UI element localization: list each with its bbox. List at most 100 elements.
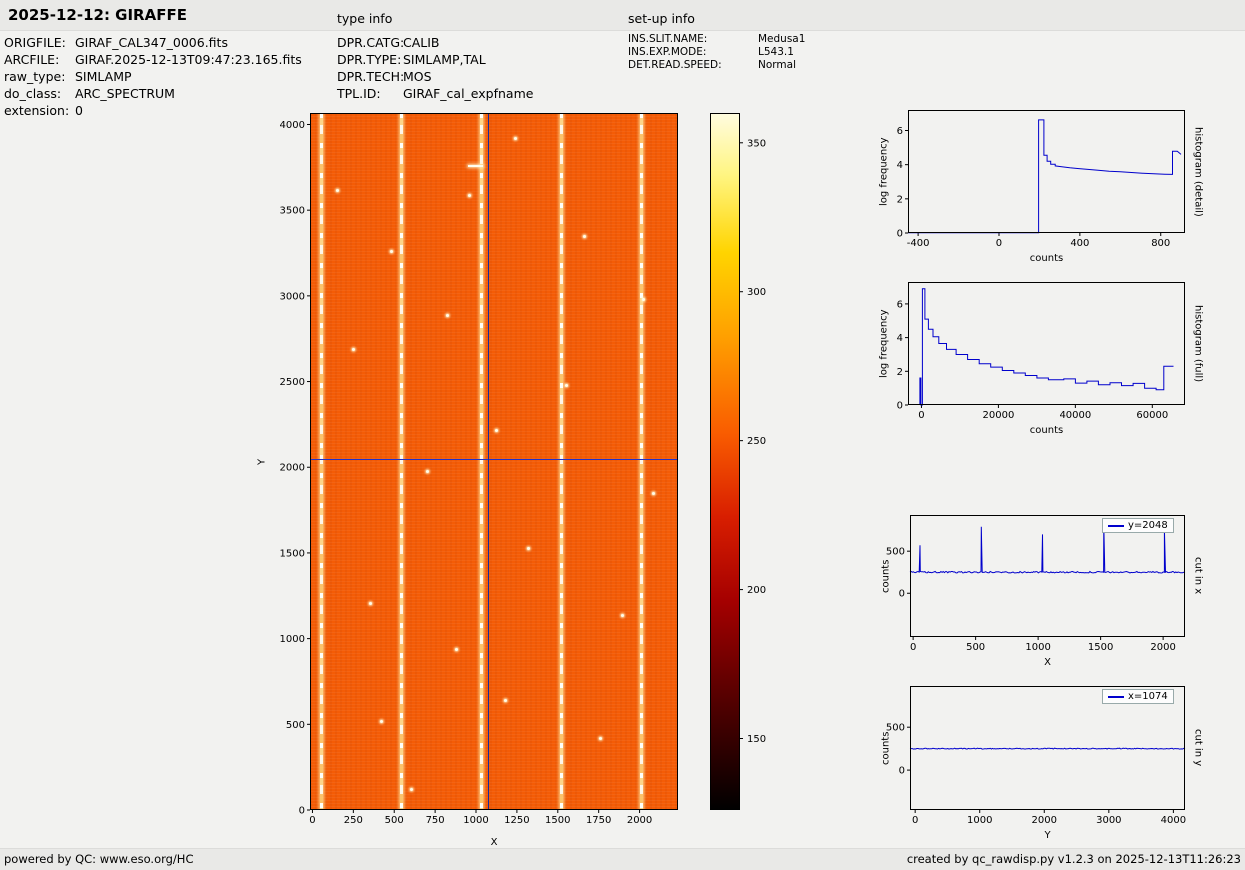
footer-right-text: created by qc_rawdisp.py v1.2.3 on 2025-… <box>906 852 1241 866</box>
svg-text:1500: 1500 <box>545 815 570 826</box>
svg-text:4: 4 <box>897 333 903 344</box>
type-info-block: DPR.CATG: CALIB DPR.TYPE: SIMLAMP,TAL DP… <box>337 34 533 102</box>
svg-text:150: 150 <box>747 734 766 745</box>
raw-image-plot: 0 250 500 750 1000 1250 1500 1750 2000 0 500 1000 15… <box>280 113 678 826</box>
doclass-value: ARC_SPECTRUM <box>75 86 175 101</box>
tpl-id-value: GIRAF_cal_expfname <box>403 86 534 101</box>
svg-text:-400: -400 <box>907 238 930 249</box>
histogram-full-side-label: histogram (full) <box>1192 304 1204 383</box>
svg-text:1500: 1500 <box>1088 642 1113 653</box>
meta-row-dpr-tech: DPR.TECH: MOS <box>337 68 533 85</box>
svg-text:2000: 2000 <box>280 463 305 474</box>
svg-text:0: 0 <box>912 815 918 826</box>
cut-in-x-legend: y=2048 <box>1102 518 1174 533</box>
doclass-label: do_class: <box>4 86 62 101</box>
exp-mode-label: INS.EXP.MODE: <box>628 46 707 58</box>
svg-text:0: 0 <box>996 238 1002 249</box>
type-info-heading: type info <box>337 11 393 26</box>
cut-in-x-side-label: cut in x <box>1192 557 1204 595</box>
svg-text:1000: 1000 <box>463 815 488 826</box>
slit-name-label: INS.SLIT.NAME: <box>628 33 708 45</box>
legend-line-icon <box>1108 524 1124 527</box>
histogram-full-ylabel: log frequency <box>878 309 890 378</box>
svg-text:750: 750 <box>426 815 445 826</box>
dpr-catg-value: CALIB <box>403 35 440 50</box>
svg-text:2000: 2000 <box>1150 642 1175 653</box>
rawtype-value: SIMLAMP <box>75 69 132 84</box>
histogram-full-xlabel: counts <box>1029 425 1064 436</box>
extension-value: 0 <box>75 103 83 118</box>
dpr-type-label: DPR.TYPE: <box>337 52 402 67</box>
rawtype-label: raw_type: <box>4 69 66 84</box>
svg-text:2: 2 <box>897 367 903 378</box>
meta-row-read-speed: DET.READ.SPEED: Normal <box>628 59 805 72</box>
cut-in-y-legend: x=1074 <box>1102 689 1174 704</box>
dpr-type-value: SIMLAMP,TAL <box>403 52 486 67</box>
tpl-id-label: TPL.ID: <box>337 86 381 101</box>
svg-text:2500: 2500 <box>280 377 305 388</box>
svg-text:500: 500 <box>286 720 305 731</box>
meta-row-tpl-id: TPL.ID: GIRAF_cal_expfname <box>337 85 533 102</box>
footer-left-text: powered by QC: www.eso.org/HC <box>4 852 194 866</box>
file-metadata-block: ORIGFILE: GIRAF_CAL347_0006.fits ARCFILE… <box>4 34 302 119</box>
histogram-detail-xlabel: counts <box>1029 253 1064 264</box>
svg-text:500: 500 <box>385 815 404 826</box>
svg-text:4: 4 <box>897 160 903 171</box>
cut-in-x-ylabel: counts <box>880 559 892 593</box>
meta-row-rawtype: raw_type: SIMLAMP <box>4 68 302 85</box>
svg-text:0: 0 <box>309 815 315 826</box>
setup-info-block: INS.SLIT.NAME: Medusa1 INS.EXP.MODE: L54… <box>628 33 805 72</box>
svg-text:0: 0 <box>910 642 916 653</box>
arcfile-label: ARCFILE: <box>4 52 60 67</box>
meta-row-dpr-catg: DPR.CATG: CALIB <box>337 34 533 51</box>
cut-in-x-plot: 0 500 1000 1500 2000 0 500 <box>886 515 1186 653</box>
setup-info-heading: set-up info <box>628 11 695 26</box>
read-speed-label: DET.READ.SPEED: <box>628 59 722 71</box>
svg-text:250: 250 <box>747 436 766 447</box>
meta-row-slit-name: INS.SLIT.NAME: Medusa1 <box>628 33 805 46</box>
dpr-tech-label: DPR.TECH: <box>337 69 405 84</box>
slit-name-value: Medusa1 <box>758 33 806 45</box>
footer-bar: powered by QC: www.eso.org/HC created by… <box>0 848 1245 870</box>
svg-text:4000: 4000 <box>1161 815 1186 826</box>
origfile-value: GIRAF_CAL347_0006.fits <box>75 35 228 50</box>
svg-text:0: 0 <box>918 410 924 421</box>
svg-text:40000: 40000 <box>1059 410 1091 421</box>
cut-in-y-xlabel: Y <box>1044 830 1051 841</box>
svg-text:0: 0 <box>899 589 905 600</box>
origfile-label: ORIGFILE: <box>4 35 66 50</box>
histogram-detail-side-label: histogram (detail) <box>1192 126 1204 217</box>
exp-mode-value: L543.1 <box>758 46 794 58</box>
svg-text:0: 0 <box>899 766 905 777</box>
svg-text:350: 350 <box>747 138 766 149</box>
page-title: 2025-12-12: GIRAFFE <box>8 6 187 24</box>
svg-text:2000: 2000 <box>627 815 652 826</box>
svg-text:2: 2 <box>897 194 903 205</box>
svg-text:0: 0 <box>897 401 903 412</box>
svg-text:6: 6 <box>897 299 903 310</box>
dpr-catg-label: DPR.CATG: <box>337 35 405 50</box>
cut-in-y-side-label: cut in y <box>1192 729 1204 767</box>
svg-text:1000: 1000 <box>1025 642 1050 653</box>
cut-in-x-xlabel: X <box>1044 657 1051 668</box>
meta-row-exp-mode: INS.EXP.MODE: L543.1 <box>628 46 805 59</box>
colorbar: 150 200 250 300 350 <box>710 113 766 810</box>
svg-text:1250: 1250 <box>504 815 529 826</box>
svg-text:1000: 1000 <box>967 815 992 826</box>
svg-text:6: 6 <box>897 126 903 137</box>
svg-text:60000: 60000 <box>1136 410 1168 421</box>
svg-text:250: 250 <box>344 815 363 826</box>
svg-text:3000: 3000 <box>1096 815 1121 826</box>
svg-text:400: 400 <box>1070 238 1089 249</box>
cut-in-y-plot: 0 1000 2000 3000 4000 0 500 <box>886 686 1186 826</box>
cut-in-y-ylabel: counts <box>880 731 892 765</box>
svg-text:2000: 2000 <box>1032 815 1057 826</box>
main-plot-xlabel: X <box>490 837 498 848</box>
svg-text:4000: 4000 <box>280 120 305 131</box>
meta-row-origfile: ORIGFILE: GIRAF_CAL347_0006.fits <box>4 34 302 51</box>
svg-text:200: 200 <box>747 585 766 596</box>
svg-text:1000: 1000 <box>280 634 305 645</box>
arcfile-value: GIRAF.2025-12-13T09:47:23.165.fits <box>75 52 302 67</box>
cut-in-x-legend-label: y=2048 <box>1128 520 1168 531</box>
svg-text:0: 0 <box>299 806 305 817</box>
